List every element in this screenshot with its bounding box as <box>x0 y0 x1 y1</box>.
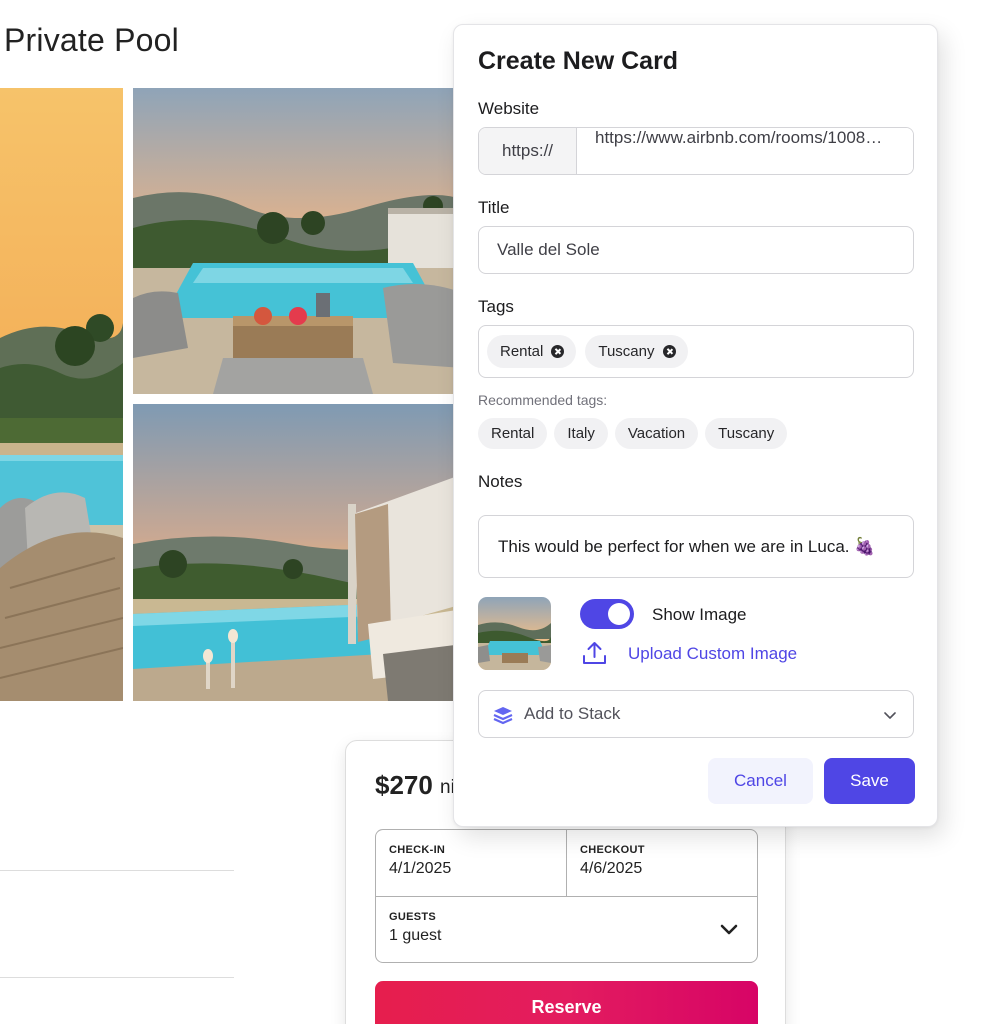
listing-title: Private Pool <box>4 22 179 58</box>
checkin-label: CHECK-IN <box>389 844 446 856</box>
recommended-tags-label: Recommended tags: <box>478 392 608 408</box>
listing-photo-lounge[interactable] <box>133 88 463 394</box>
website-field: https:// https://www.airbnb.com/rooms/10… <box>478 127 914 175</box>
website-input[interactable]: https://www.airbnb.com/rooms/1008… <box>577 128 913 174</box>
tags-label: Tags <box>478 297 514 316</box>
dates-picker: CHECK-IN 4/1/2025 CHECKOUT 4/6/2025 GUES… <box>375 829 758 963</box>
stack-layers-icon <box>493 707 513 725</box>
guests-label: GUESTS <box>389 911 437 923</box>
remove-tag-icon[interactable] <box>662 345 676 358</box>
checkout-label: CHECKOUT <box>580 844 645 856</box>
tags-input[interactable]: Rental Tuscany <box>478 325 914 378</box>
pool-lounge-seating-image <box>133 88 463 394</box>
pool-terrace-sunset-image <box>0 88 123 701</box>
dialog-title: Create New Card <box>478 47 679 75</box>
section-divider <box>0 870 234 871</box>
cancel-button[interactable]: Cancel <box>708 758 813 804</box>
title-label: Title <box>478 198 510 217</box>
card-image-thumbnail <box>478 597 551 670</box>
guests-select[interactable]: GUESTS 1 guest <box>376 896 757 962</box>
checkout-value: 4/6/2025 <box>580 860 643 877</box>
chevron-down-icon <box>884 712 896 719</box>
recommended-tag[interactable]: Tuscany <box>705 418 788 449</box>
save-button[interactable]: Save <box>824 758 915 804</box>
add-to-stack-select[interactable]: Add to Stack <box>478 690 914 738</box>
tag-chip: Tuscany <box>585 335 688 368</box>
tag-chip-label: Tuscany <box>598 343 655 360</box>
toggle-knob <box>608 603 630 625</box>
pool-thumbnail-image <box>478 597 551 670</box>
pool-cabana-candles-image <box>133 404 463 701</box>
notes-input[interactable]: This would be perfect for when we are in… <box>478 515 914 578</box>
recommended-tag[interactable]: Vacation <box>614 418 699 449</box>
reserve-button[interactable]: Reserve <box>375 981 758 1024</box>
listing-photo-main[interactable] <box>0 88 123 701</box>
title-input[interactable] <box>478 226 914 274</box>
section-divider <box>0 977 234 978</box>
add-to-stack-label: Add to Stack <box>524 704 621 723</box>
create-card-dialog: Create New Card Website https:// https:/… <box>453 24 938 827</box>
nightly-price: $270 <box>375 770 433 800</box>
checkout-field[interactable]: CHECKOUT 4/6/2025 <box>567 830 758 896</box>
guests-value: 1 guest <box>389 927 442 944</box>
show-image-label: Show Image <box>652 605 747 624</box>
upload-icon[interactable] <box>581 640 608 667</box>
url-protocol-prefix: https:// <box>479 128 577 174</box>
chevron-down-icon <box>720 924 738 935</box>
remove-tag-icon[interactable] <box>551 345 565 358</box>
upload-custom-image-link[interactable]: Upload Custom Image <box>628 644 797 664</box>
recommended-tag[interactable]: Italy <box>554 418 608 449</box>
recommended-tags: Rental Italy Vacation Tuscany <box>478 418 788 449</box>
checkin-field[interactable]: CHECK-IN 4/1/2025 <box>376 830 567 896</box>
website-label: Website <box>478 99 540 118</box>
show-image-toggle[interactable] <box>580 599 634 629</box>
listing-photo-cabana[interactable] <box>133 404 463 701</box>
recommended-tag[interactable]: Rental <box>478 418 548 449</box>
checkin-value: 4/1/2025 <box>389 860 452 877</box>
tag-chip: Rental <box>487 335 577 368</box>
notes-label: Notes <box>478 472 523 491</box>
tag-chip-label: Rental <box>500 343 544 360</box>
